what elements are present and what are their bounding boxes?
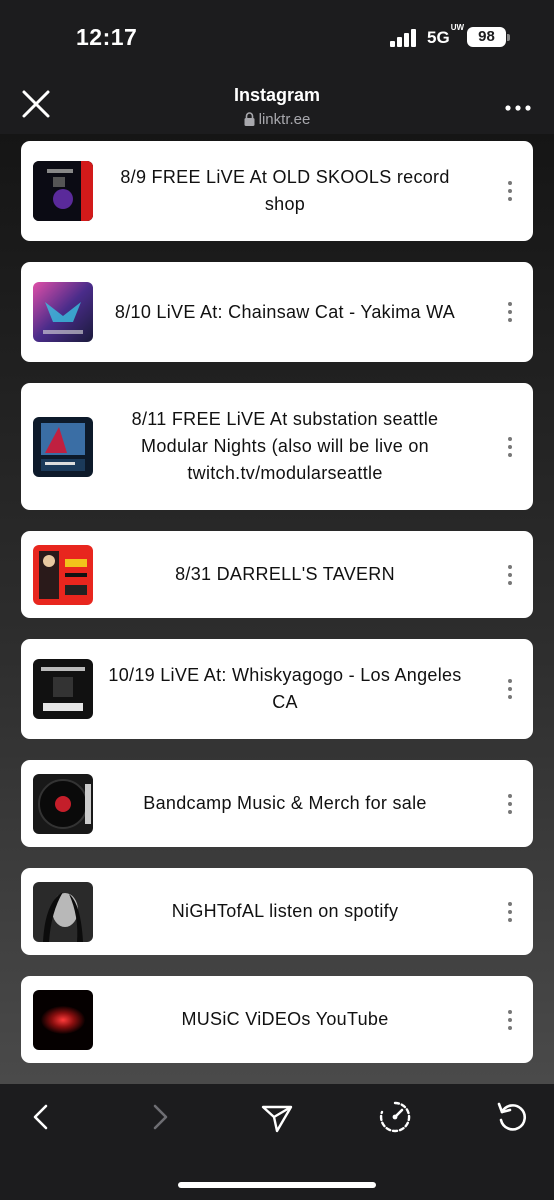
card-menu-icon[interactable] bbox=[507, 794, 513, 814]
card-menu-icon[interactable] bbox=[507, 902, 513, 922]
signal-icon bbox=[390, 29, 420, 47]
network-sub-label: UW bbox=[450, 23, 465, 33]
page-title: Instagram bbox=[233, 85, 321, 105]
back-button[interactable] bbox=[24, 1100, 58, 1134]
linktree-content: 8/9 FREE LiVE At OLD SKOOLS record shop … bbox=[0, 134, 554, 1084]
card-thumbnail bbox=[33, 882, 93, 942]
speed-button[interactable] bbox=[378, 1100, 412, 1134]
card-menu-icon[interactable] bbox=[507, 679, 513, 699]
more-icon bbox=[505, 105, 531, 111]
link-label: Bandcamp Music & Merch for sale bbox=[143, 793, 427, 813]
link-label: 10/19 LiVE At: Whiskyagogo - Los Angeles… bbox=[108, 665, 462, 712]
status-time: 12:17 bbox=[76, 24, 138, 50]
card-thumbnail bbox=[33, 659, 93, 719]
link-card-substation[interactable]: 8/11 FREE LiVE At substation seattle Mod… bbox=[21, 383, 533, 510]
link-label: MUSiC ViDEOs YouTube bbox=[181, 1009, 389, 1029]
link-card-whiskyagogo[interactable]: 10/19 LiVE At: Whiskyagogo - Los Angeles… bbox=[21, 639, 533, 739]
card-menu-icon[interactable] bbox=[507, 565, 513, 585]
more-options-button[interactable] bbox=[503, 100, 533, 111]
link-label: 8/10 LiVE At: Chainsaw Cat - Yakima WA bbox=[114, 301, 456, 322]
link-label: NiGHTofAL listen on spotify bbox=[171, 901, 399, 921]
lock-icon bbox=[244, 112, 255, 126]
card-thumbnail bbox=[33, 545, 93, 605]
link-card-bandcamp[interactable]: Bandcamp Music & Merch for sale bbox=[21, 760, 533, 847]
link-card-spotify[interactable]: NiGHTofAL listen on spotify bbox=[21, 868, 533, 955]
browser-header: Instagram linktr.ee bbox=[0, 76, 554, 134]
card-menu-icon[interactable] bbox=[507, 181, 513, 201]
card-thumbnail bbox=[33, 990, 93, 1050]
share-button[interactable] bbox=[260, 1100, 294, 1134]
card-menu-icon[interactable] bbox=[507, 302, 513, 322]
card-thumbnail bbox=[33, 282, 93, 342]
forward-button[interactable] bbox=[143, 1100, 177, 1134]
link-label: 8/11 FREE LiVE At substation seattle Mod… bbox=[131, 409, 439, 483]
back-icon bbox=[33, 1104, 48, 1130]
speedometer-icon bbox=[379, 1101, 411, 1133]
link-label: 8/31 DARRELL'S TAVERN bbox=[175, 564, 395, 584]
network-label: 5G bbox=[427, 28, 450, 47]
url-text: linktr.ee bbox=[258, 111, 311, 128]
status-bar: 12:17 5GUW 98 bbox=[0, 0, 554, 76]
reload-icon bbox=[497, 1102, 526, 1131]
battery-tip bbox=[507, 34, 510, 41]
network-indicator: 5GUW bbox=[427, 23, 464, 48]
link-card-youtube[interactable]: MUSiC ViDEOs YouTube bbox=[21, 976, 533, 1063]
reload-button[interactable] bbox=[495, 1100, 529, 1134]
card-menu-icon[interactable] bbox=[507, 437, 513, 457]
share-icon bbox=[261, 1105, 293, 1133]
card-thumbnail bbox=[33, 774, 93, 834]
card-thumbnail bbox=[33, 161, 93, 221]
link-card-old-skools[interactable]: 8/9 FREE LiVE At OLD SKOOLS record shop bbox=[21, 141, 533, 241]
forward-icon bbox=[153, 1104, 168, 1130]
link-label: 8/9 FREE LiVE At OLD SKOOLS record shop bbox=[120, 167, 450, 214]
card-menu-icon[interactable] bbox=[507, 1010, 513, 1030]
link-card-chainsaw-cat[interactable]: 8/10 LiVE At: Chainsaw Cat - Yakima WA bbox=[21, 262, 533, 362]
battery-icon: 98 bbox=[467, 27, 506, 47]
url-display: linktr.ee bbox=[0, 110, 554, 128]
card-thumbnail bbox=[33, 417, 93, 477]
home-indicator[interactable] bbox=[178, 1182, 376, 1188]
link-card-darrells-tavern[interactable]: 8/31 DARRELL'S TAVERN bbox=[21, 531, 533, 618]
